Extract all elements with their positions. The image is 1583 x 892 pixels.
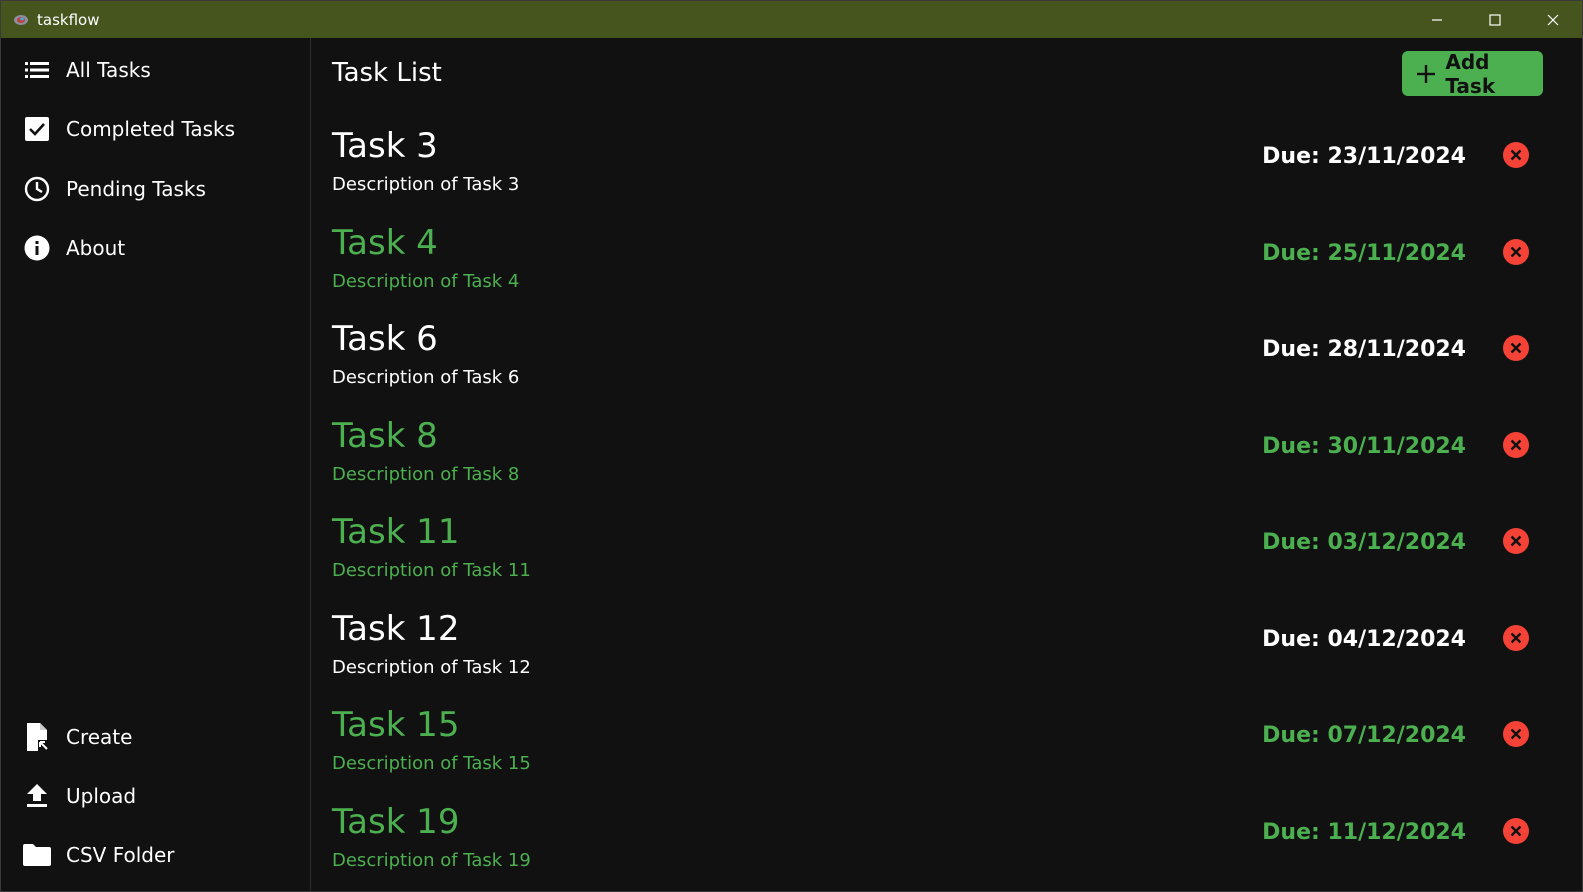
task-due-date: Due: 30/11/2024 — [1262, 434, 1466, 459]
task-description: Description of Task 12 — [332, 657, 531, 678]
task-title: Task 12 — [332, 609, 460, 649]
main-content: Task List Add Task Task 3 Description of… — [312, 38, 1582, 891]
add-task-label: Add Task — [1445, 49, 1496, 98]
sidebar-item-label: Upload — [66, 784, 137, 808]
sidebar-item-label: Completed Tasks — [66, 117, 236, 141]
task-row[interactable]: Task 19 Description of Task 19 Due: 11/1… — [312, 792, 1582, 888]
delete-task-button[interactable] — [1503, 142, 1529, 168]
window-controls — [1408, 1, 1582, 38]
task-title: Task 19 — [332, 802, 460, 842]
delete-task-button[interactable] — [1503, 721, 1529, 747]
task-due-date: Due: 28/11/2024 — [1262, 337, 1466, 362]
task-title: Task 11 — [332, 512, 460, 552]
task-row[interactable]: Task 4 Description of Task 4 Due: 25/11/… — [312, 213, 1582, 309]
task-title: Task 15 — [332, 705, 460, 745]
task-description: Description of Task 19 — [332, 850, 531, 871]
sidebar-item-create[interactable]: Create — [1, 715, 310, 759]
close-icon — [1510, 342, 1522, 354]
task-row[interactable]: Task 8 Description of Task 8 Due: 30/11/… — [312, 406, 1582, 502]
delete-task-button[interactable] — [1503, 818, 1529, 844]
task-due-date: Due: 03/12/2024 — [1262, 530, 1466, 555]
task-row[interactable]: Task 3 Description of Task 3 Due: 23/11/… — [312, 116, 1582, 212]
add-task-button[interactable]: Add Task — [1402, 49, 1543, 98]
folder-icon — [23, 841, 51, 869]
page-title: Task List — [332, 58, 442, 88]
clock-icon — [23, 175, 51, 203]
close-icon — [1510, 246, 1522, 258]
close-icon — [1547, 14, 1559, 25]
sidebar-item-pending-tasks[interactable]: Pending Tasks — [1, 167, 310, 211]
task-title: Task 8 — [332, 416, 438, 456]
task-description: Description of Task 6 — [332, 367, 520, 388]
main-header: Task List Add Task — [312, 38, 1582, 108]
close-icon — [1510, 149, 1522, 161]
task-due-date: Due: 11/12/2024 — [1262, 820, 1466, 845]
delete-task-button[interactable] — [1503, 335, 1529, 361]
close-icon — [1510, 632, 1522, 644]
close-icon — [1510, 439, 1522, 451]
sidebar: All Tasks Completed Tasks Pending Tasks — [1, 38, 311, 891]
checkbox-icon — [23, 115, 51, 143]
task-description: Description of Task 15 — [332, 753, 531, 774]
window-title: taskflow — [37, 10, 100, 29]
sidebar-item-label: About — [66, 236, 126, 260]
close-window-button[interactable] — [1524, 1, 1582, 38]
maximize-button[interactable] — [1466, 1, 1524, 38]
task-title: Task 3 — [332, 126, 438, 166]
close-icon — [1510, 728, 1522, 740]
sidebar-item-csv-folder[interactable]: CSV Folder — [1, 833, 310, 877]
task-description: Description of Task 11 — [332, 560, 531, 581]
sidebar-item-completed-tasks[interactable]: Completed Tasks — [1, 107, 310, 151]
upload-icon — [23, 782, 51, 810]
sidebar-item-label: Create — [66, 725, 133, 749]
task-description: Description of Task 3 — [332, 174, 520, 195]
plus-icon — [1416, 64, 1435, 84]
info-icon — [23, 234, 51, 262]
list-icon — [23, 56, 51, 84]
delete-task-button[interactable] — [1503, 432, 1529, 458]
minimize-icon — [1432, 18, 1442, 21]
maximize-icon — [1489, 13, 1501, 26]
task-due-date: Due: 04/12/2024 — [1262, 627, 1466, 652]
app-logo-icon — [13, 12, 29, 28]
task-description: Description of Task 8 — [332, 464, 520, 485]
sidebar-item-label: CSV Folder — [66, 843, 175, 867]
task-due-date: Due: 07/12/2024 — [1262, 723, 1466, 748]
task-row[interactable]: Task 12 Description of Task 12 Due: 04/1… — [312, 599, 1582, 695]
close-icon — [1510, 535, 1522, 547]
task-title: Task 6 — [332, 319, 438, 359]
sidebar-item-label: Pending Tasks — [66, 177, 206, 201]
task-row[interactable]: Task 11 Description of Task 11 Due: 03/1… — [312, 502, 1582, 598]
task-due-date: Due: 25/11/2024 — [1262, 241, 1466, 266]
title-bar: taskflow — [1, 1, 1582, 38]
sidebar-item-upload[interactable]: Upload — [1, 774, 310, 818]
file-create-icon — [23, 723, 51, 751]
app-window: taskflow All Tasks Completed Tasks Pendi… — [0, 0, 1583, 892]
sidebar-item-all-tasks[interactable]: All Tasks — [1, 48, 310, 92]
delete-task-button[interactable] — [1503, 239, 1529, 265]
task-description: Description of Task 4 — [332, 271, 520, 292]
task-title: Task 4 — [332, 223, 438, 263]
close-icon — [1510, 825, 1522, 837]
sidebar-item-label: All Tasks — [66, 58, 151, 82]
minimize-button[interactable] — [1408, 1, 1466, 38]
task-due-date: Due: 23/11/2024 — [1262, 144, 1466, 169]
delete-task-button[interactable] — [1503, 528, 1529, 554]
sidebar-item-about[interactable]: About — [1, 226, 310, 270]
delete-task-button[interactable] — [1503, 625, 1529, 651]
task-row[interactable]: Task 6 Description of Task 6 Due: 28/11/… — [312, 309, 1582, 405]
task-row[interactable]: Task 15 Description of Task 15 Due: 07/1… — [312, 695, 1582, 791]
